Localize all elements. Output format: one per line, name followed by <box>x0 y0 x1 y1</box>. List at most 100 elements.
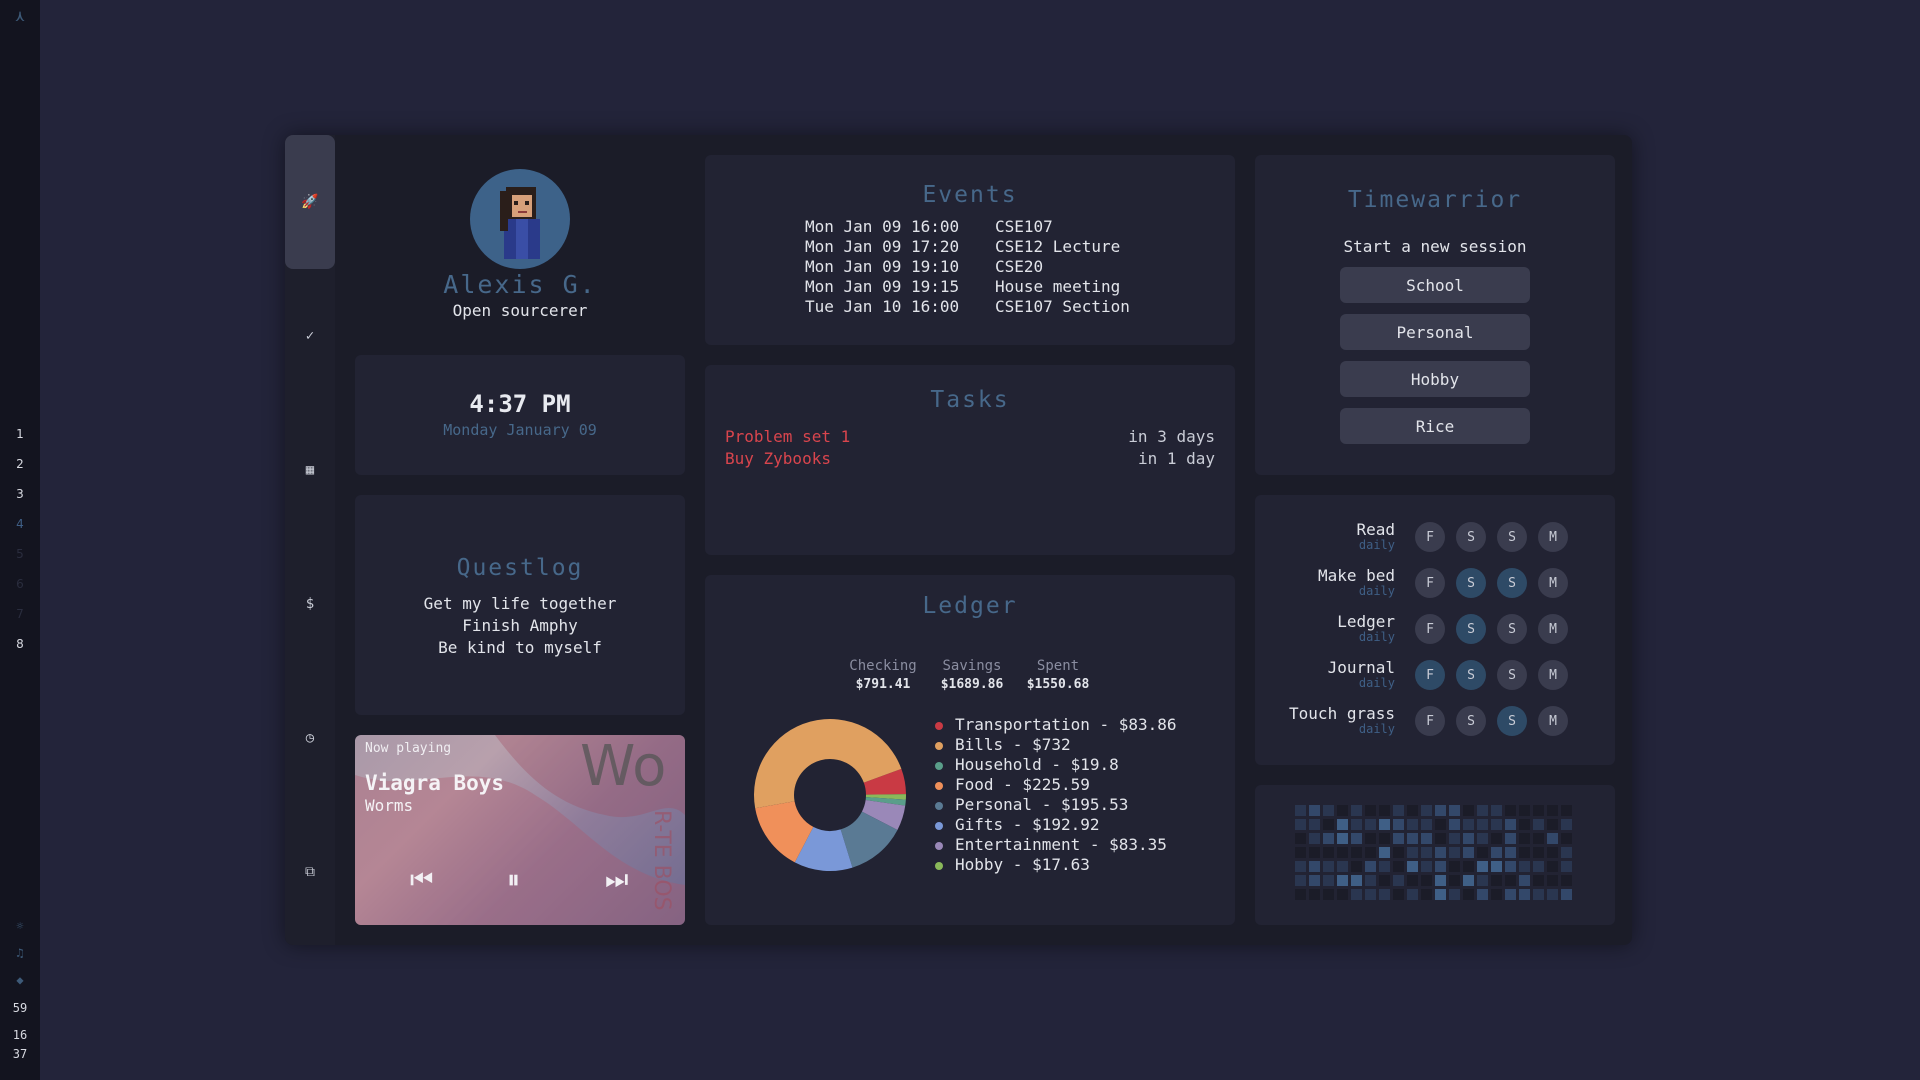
heatmap-cell <box>1435 805 1446 816</box>
habit-day-toggle[interactable]: S <box>1497 568 1527 598</box>
event-name: House meeting <box>995 277 1121 296</box>
habit-day-toggle[interactable]: M <box>1538 706 1568 736</box>
habit-day-toggle[interactable]: M <box>1538 614 1568 644</box>
heatmap-cell <box>1463 805 1474 816</box>
dashboard-sidebar: 🚀 ✓ ▦ $ ◷ ⧉ <box>285 135 335 945</box>
heatmap-cell <box>1533 805 1544 816</box>
habit-day-toggle[interactable]: S <box>1497 660 1527 690</box>
heatmap-cell <box>1491 833 1502 844</box>
workspace-3[interactable]: 3 <box>0 487 40 501</box>
heatmap-cell <box>1505 805 1516 816</box>
heatmap-cell <box>1491 819 1502 830</box>
heatmap-cell <box>1505 847 1516 858</box>
workspace-1[interactable]: 1 <box>0 427 40 441</box>
quest-item: Finish Amphy <box>462 616 578 635</box>
legend-item: Personal - $195.53 <box>935 795 1128 814</box>
habit-day-toggle[interactable]: F <box>1415 568 1445 598</box>
heatmap-cell <box>1323 847 1334 858</box>
heatmap-cell <box>1295 861 1306 872</box>
habit-day-toggle[interactable]: F <box>1415 614 1445 644</box>
heatmap-cell <box>1477 805 1488 816</box>
habit-day-toggle[interactable]: M <box>1538 660 1568 690</box>
workspace-2[interactable]: 2 <box>0 457 40 471</box>
legend-item: Household - $19.8 <box>935 755 1119 774</box>
workspace-7[interactable]: 7 <box>0 607 40 621</box>
heatmap-cell <box>1309 847 1320 858</box>
legend-label: Household - $19.8 <box>955 755 1119 774</box>
heatmap-cell <box>1295 875 1306 886</box>
previous-track-icon[interactable]: ⏮ <box>410 865 433 896</box>
heatmap-cell <box>1337 847 1348 858</box>
habit-day-toggle[interactable]: S <box>1456 706 1486 736</box>
left-status-bar: ⋏ 1 2 3 4 5 6 7 8 ☼ ♫ ◆ 59 16 37 <box>0 0 40 1080</box>
habit-day-toggle[interactable]: S <box>1456 614 1486 644</box>
heatmap-cell <box>1393 847 1404 858</box>
heatmap-cell <box>1295 889 1306 900</box>
workspace-8[interactable]: 8 <box>0 637 40 651</box>
habit-name: Make bed <box>1317 566 1395 585</box>
habit-day-toggle[interactable]: S <box>1497 706 1527 736</box>
heatmap-cell <box>1463 833 1474 844</box>
heatmap-cell <box>1351 833 1362 844</box>
brightness-icon[interactable]: ☼ <box>0 919 40 933</box>
clock-minute: 37 <box>12 1047 28 1061</box>
rocket-icon[interactable]: 🚀 <box>285 135 335 269</box>
check-icon[interactable]: ✓ <box>285 269 335 403</box>
heatmap-cell <box>1351 847 1362 858</box>
heatmap-cell <box>1421 819 1432 830</box>
workspace-5[interactable]: 5 <box>0 547 40 561</box>
heatmap-cell <box>1421 889 1432 900</box>
dollar-icon[interactable]: $ <box>285 537 335 671</box>
heatmap-cell <box>1379 847 1390 858</box>
workspace-6[interactable]: 6 <box>0 577 40 591</box>
habit-name: Read <box>1356 520 1395 539</box>
clock-icon[interactable]: ◷ <box>285 671 335 805</box>
habit-day-toggle[interactable]: S <box>1456 522 1486 552</box>
event-time: Tue Jan 10 16:00 <box>805 297 960 316</box>
heatmap-cell <box>1547 889 1558 900</box>
heatmap-cell <box>1421 861 1432 872</box>
session-hobby-button[interactable]: Hobby <box>1340 361 1530 397</box>
session-personal-button[interactable]: Personal <box>1340 314 1530 350</box>
pause-icon[interactable]: ⏸ <box>507 865 520 896</box>
heatmap-cell <box>1561 861 1572 872</box>
habit-day-toggle[interactable]: S <box>1497 522 1527 552</box>
habit-day-toggle[interactable]: M <box>1538 522 1568 552</box>
calendar-icon[interactable]: ▦ <box>285 403 335 537</box>
headphones-icon[interactable]: ♫ <box>0 946 40 960</box>
media-player: Wo R-TE BOS Now playing Viagra Boys Worm… <box>355 735 685 925</box>
habit-day-toggle[interactable]: S <box>1456 568 1486 598</box>
bell-icon[interactable]: ◆ <box>0 973 40 987</box>
next-track-icon[interactable]: ⏭ <box>605 865 628 896</box>
session-rice-button[interactable]: Rice <box>1340 408 1530 444</box>
task-name[interactable]: Buy Zybooks <box>725 449 831 468</box>
svg-text:R-TE BOS: R-TE BOS <box>649 810 674 911</box>
legend-dot <box>935 781 943 790</box>
heatmap-cell <box>1365 805 1376 816</box>
heatmap-cell <box>1379 819 1390 830</box>
habit-day-toggle[interactable]: F <box>1415 522 1445 552</box>
task-name[interactable]: Problem set 1 <box>725 427 850 446</box>
event-name: CSE107 Section <box>995 297 1130 316</box>
session-school-button[interactable]: School <box>1340 267 1530 303</box>
quest-item: Get my life together <box>423 594 617 613</box>
habit-day-toggle[interactable]: F <box>1415 706 1445 736</box>
habit-day-toggle[interactable]: F <box>1415 660 1445 690</box>
workspace-4[interactable]: 4 <box>0 517 40 531</box>
heatmap-cell <box>1337 861 1348 872</box>
habit-day-toggle[interactable]: S <box>1456 660 1486 690</box>
habit-day-toggle[interactable]: M <box>1538 568 1568 598</box>
event-name: CSE20 <box>995 257 1044 276</box>
copy-icon[interactable]: ⧉ <box>285 805 335 939</box>
account-label: Spent <box>1036 658 1080 674</box>
heatmap-cell <box>1435 847 1446 858</box>
legend-dot <box>935 821 943 830</box>
heatmap-cell <box>1449 833 1460 844</box>
account-value: $1550.68 <box>1026 677 1090 692</box>
clock-date: Monday January 09 <box>443 421 597 439</box>
legend-label: Transportation - $83.86 <box>955 715 1177 734</box>
heatmap-cell <box>1477 889 1488 900</box>
heatmap-cell <box>1323 833 1334 844</box>
habit-day-toggle[interactable]: S <box>1497 614 1527 644</box>
heatmap-cell <box>1449 861 1460 872</box>
